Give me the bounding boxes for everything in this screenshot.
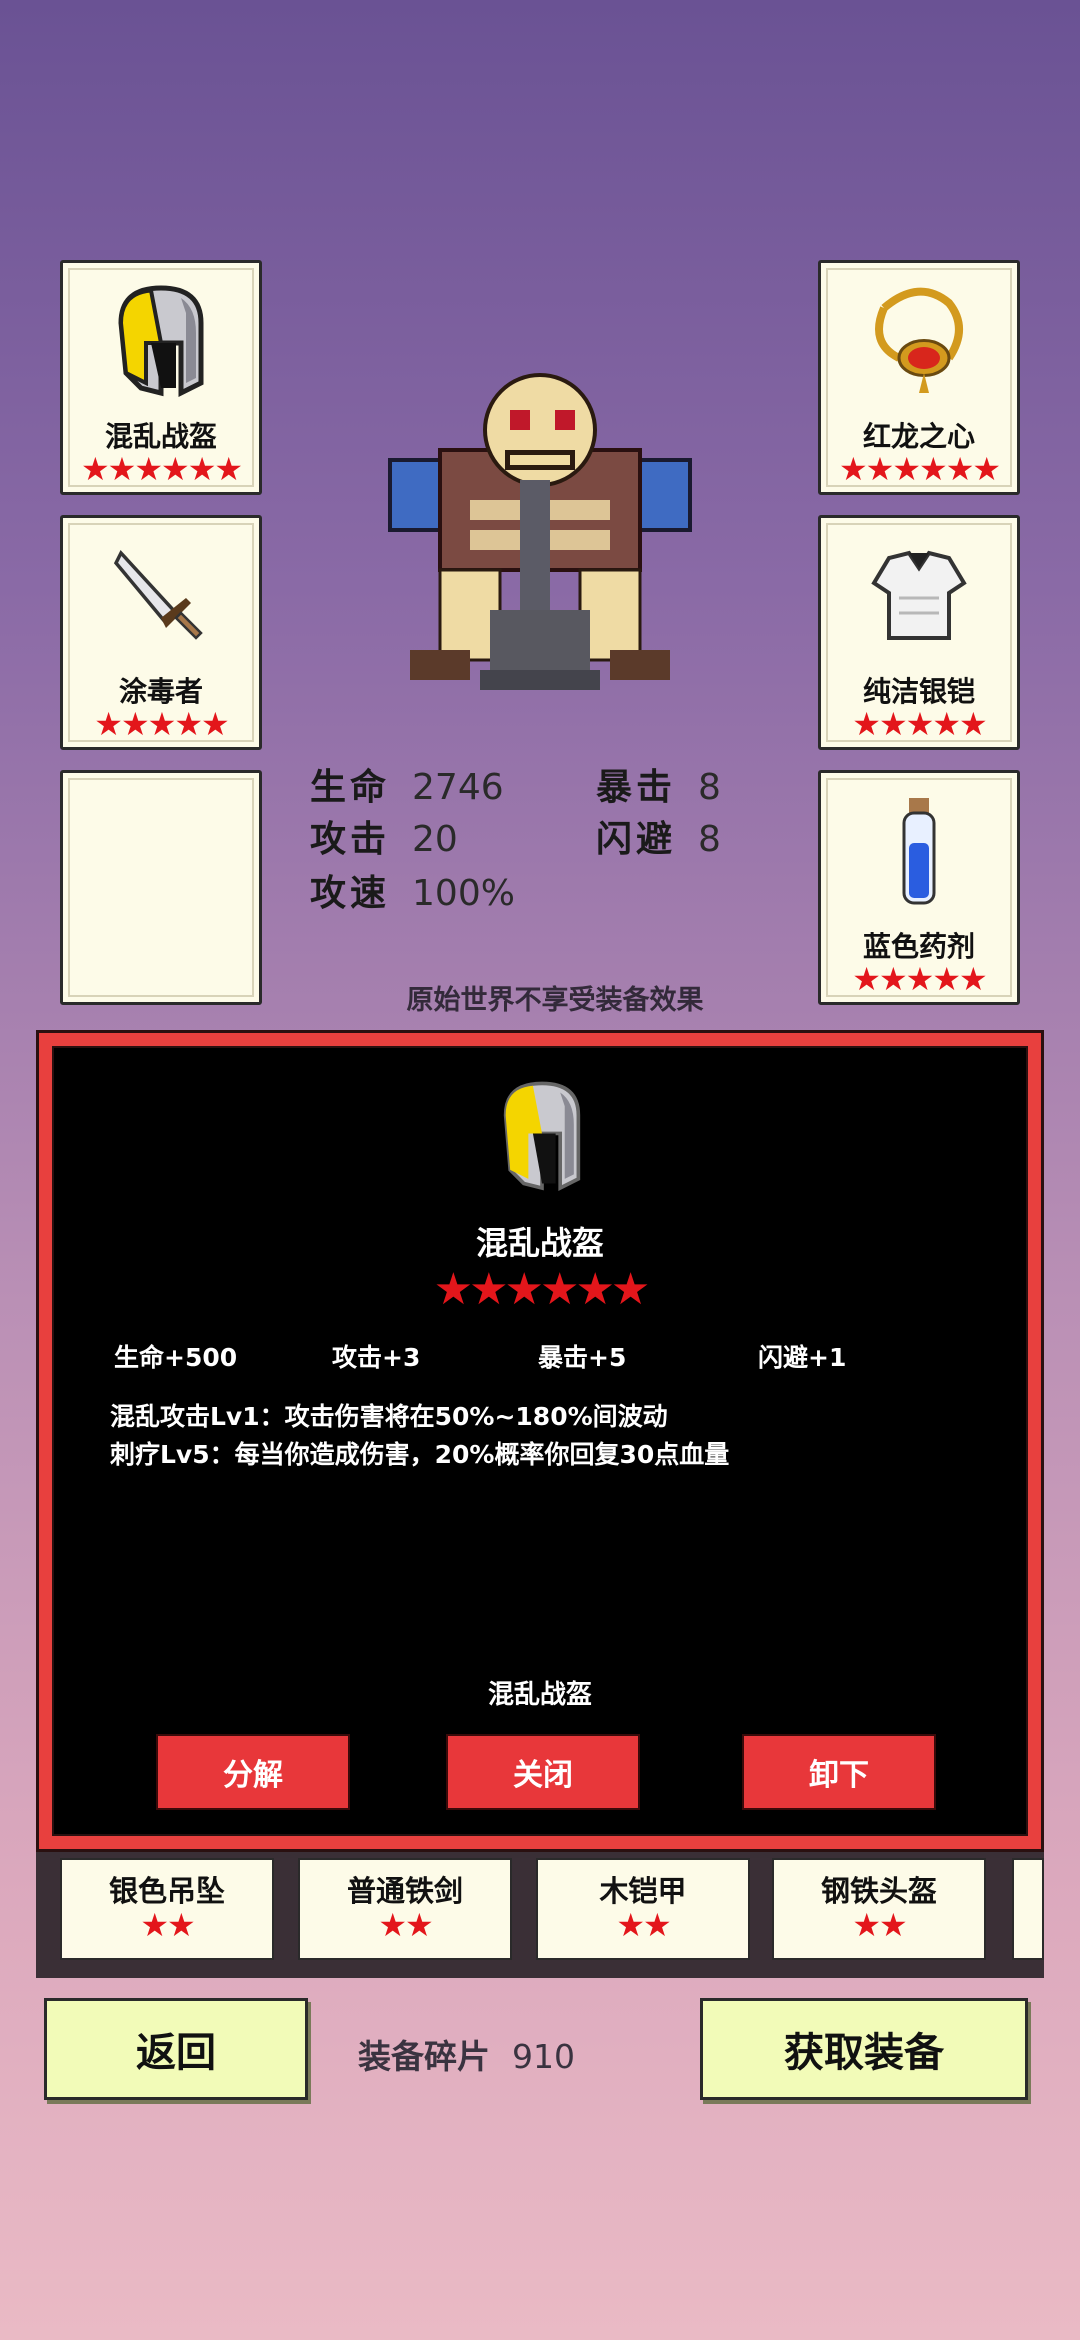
stat-speed-label: 攻速: [310, 873, 391, 914]
stat-hp: 生命 2746: [310, 758, 504, 810]
detail-stars: ★★★★★★: [433, 1264, 651, 1315]
helmet-icon: [63, 283, 259, 403]
detail-skill-line: 混乱攻击Lv1：攻击伤害将在50%~180%间波动: [110, 1402, 668, 1431]
close-button[interactable]: 关闭: [446, 1734, 640, 1810]
fragments-counter: 装备碎片 910: [358, 2030, 575, 2078]
stat-speed-value: 100%: [412, 873, 515, 914]
slot-stars: ★★★★★★: [838, 450, 1001, 488]
detail-stat: 攻击+3: [332, 1343, 421, 1372]
decompose-button[interactable]: 分解: [156, 1734, 350, 1810]
slot-stars: ★★★★★: [94, 705, 229, 743]
detail-description: 混乱攻击Lv1：攻击伤害将在50%~180%间波动 刺疗Lv5：每当你造成伤害，…: [110, 1398, 729, 1474]
inventory-item-stars: ★★: [852, 1906, 907, 1944]
slot-stars: ★★★★★: [852, 705, 987, 743]
inventory-item[interactable]: 木铠甲 ★★: [536, 1858, 750, 1960]
fragments-value: 910: [512, 2037, 575, 2076]
inventory-item[interactable]: 普通铁剑 ★★: [298, 1858, 512, 1960]
slot-name: 红龙之心: [862, 420, 975, 453]
equip-slot-weapon[interactable]: 涂毒者 ★★★★★: [60, 515, 262, 750]
slot-name: 混乱战盔: [104, 420, 217, 453]
inventory-item-stars: ★★: [378, 1906, 433, 1944]
potion-icon: [821, 793, 1017, 913]
stat-speed: 攻速 100%: [310, 864, 515, 916]
get-equipment-button[interactable]: 获取装备: [700, 1998, 1028, 2100]
equip-slot-amulet[interactable]: 红龙之心 ★★★★★★: [818, 260, 1020, 495]
dagger-icon: [63, 538, 259, 658]
inventory-item-name: 普通铁剑: [346, 1874, 463, 1908]
inventory-item-stars: ★★: [616, 1906, 671, 1944]
fragments-label: 装备碎片: [358, 2037, 490, 2076]
stat-dodge-value: 8: [698, 819, 721, 860]
detail-title: 混乱战盔: [475, 1224, 604, 1262]
armor-icon: [821, 538, 1017, 658]
detail-footer-name: 混乱战盔: [487, 1680, 592, 1710]
stat-crit-value: 8: [698, 767, 721, 808]
inventory-item[interactable]: 钢铁头盔 ★★: [772, 1858, 986, 1960]
detail-skill-line: 刺疗Lv5：每当你造成伤害，20%概率你回复30点血量: [110, 1440, 730, 1469]
stat-crit: 暴击 8: [596, 758, 721, 810]
unequip-button[interactable]: 卸下: [742, 1734, 936, 1810]
equip-slot-empty[interactable]: [60, 770, 262, 1005]
stat-dodge-label: 闪避: [596, 819, 677, 860]
slot-name: 纯洁银铠: [862, 675, 975, 708]
equip-slot-helmet[interactable]: 混乱战盔 ★★★★★★: [60, 260, 262, 495]
detail-stat: 闪避+1: [758, 1343, 847, 1372]
stat-dodge: 闪避 8: [596, 810, 721, 862]
inventory-item-name: 银色吊坠: [108, 1874, 225, 1908]
amulet-icon: [821, 283, 1017, 403]
stat-hp-value: 2746: [412, 767, 504, 808]
slot-stars: ★★★★★★: [80, 450, 243, 488]
detail-stat: 生命+500: [114, 1343, 238, 1372]
equipment-note: 原始世界不享受装备效果: [406, 985, 704, 1016]
back-button[interactable]: 返回: [44, 1998, 308, 2100]
stat-hp-label: 生命: [310, 767, 391, 808]
slot-name: 涂毒者: [118, 675, 203, 708]
character-sprite: [380, 370, 700, 710]
stat-atk-label: 攻击: [310, 819, 391, 860]
detail-helmet-icon: [492, 1078, 592, 1198]
inventory-item-name: 木铠甲: [599, 1874, 687, 1908]
equip-slot-potion[interactable]: 蓝色药剂 ★★★★★: [818, 770, 1020, 1005]
stat-crit-label: 暴击: [596, 767, 677, 808]
detail-panel: 混乱战盔 ★★★★★★ 生命+500 攻击+3 暴击+5 闪避+1 混乱攻击Lv…: [52, 1046, 1028, 1836]
inventory-item-stars: ★★: [140, 1906, 195, 1944]
inventory-item-partial[interactable]: [1012, 1858, 1044, 1960]
inventory-item[interactable]: 银色吊坠 ★★: [60, 1858, 274, 1960]
slot-name: 蓝色药剂: [862, 930, 975, 963]
equip-slot-armor[interactable]: 纯洁银铠 ★★★★★: [818, 515, 1020, 750]
detail-stat: 暴击+5: [538, 1343, 627, 1372]
inventory-item-name: 钢铁头盔: [820, 1874, 937, 1908]
stat-atk: 攻击 20: [310, 810, 458, 862]
stat-atk-value: 20: [412, 819, 458, 860]
